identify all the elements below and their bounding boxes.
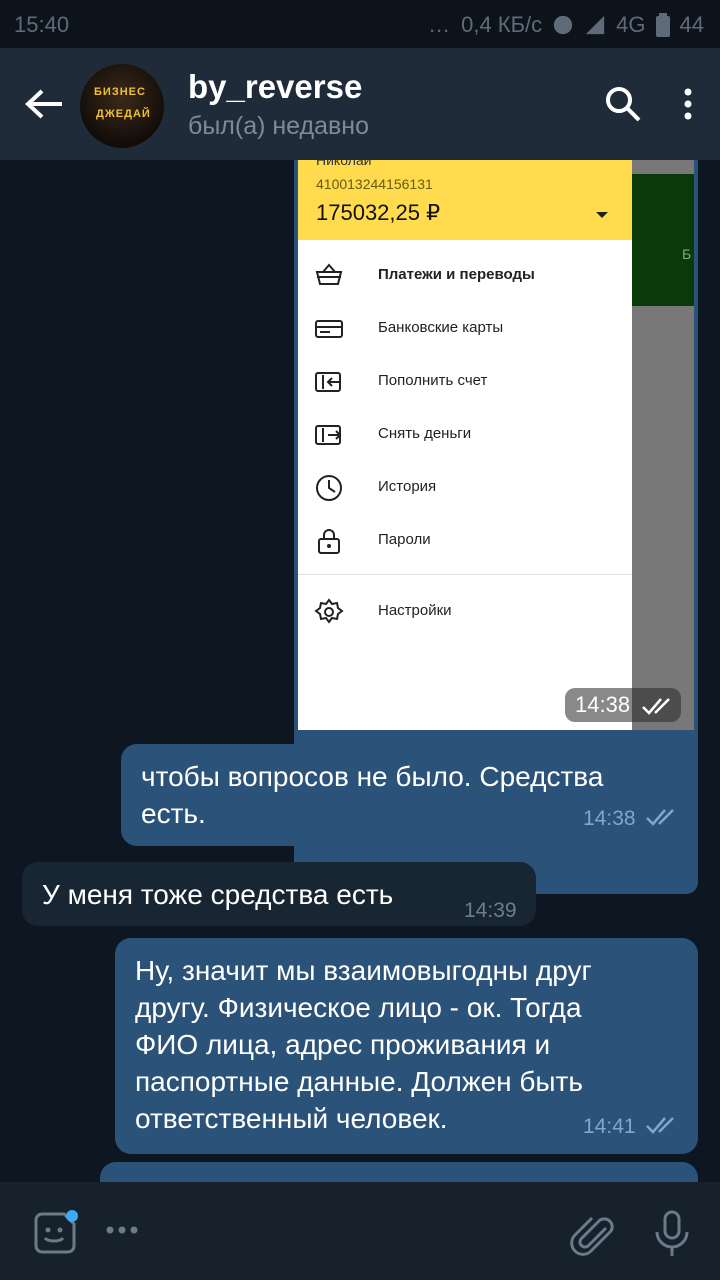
signal-icon xyxy=(585,15,605,35)
menu-item-label: Снять деньги xyxy=(378,425,472,442)
message-line: паспортные данные. Должен быть xyxy=(135,1066,583,1097)
outgoing-message[interactable]: чтобы вопросов не было. Средства есть. 1… xyxy=(121,744,698,846)
image-timestamp: 14:38 xyxy=(565,688,681,722)
account-holder-name: Николай xyxy=(316,160,372,168)
menu-item-payments: Платежи и переводы xyxy=(298,250,632,302)
menu-item-topup: Пополнить счет xyxy=(298,356,632,408)
avatar[interactable]: БИЗНЕС ДЖЕДАЙ xyxy=(80,64,164,148)
message-meta: 14:38 xyxy=(583,800,679,837)
double-check-icon xyxy=(642,698,670,715)
chat-status: был(а) недавно xyxy=(188,112,370,140)
outgoing-message-partial[interactable] xyxy=(100,1162,698,1182)
avatar-text-bottom: ДЖЕДАЙ xyxy=(96,108,151,120)
status-icons: … 0,4 КБ/с 4G 44 xyxy=(428,12,704,38)
photo-attachment[interactable]: Б Николай 410013244156131 175032,25 ₽ Пл… xyxy=(298,160,694,730)
attach-icon[interactable] xyxy=(570,1210,616,1256)
message-meta: 14:41 xyxy=(583,1108,679,1145)
image-time: 14:38 xyxy=(575,692,631,717)
battery-level: 44 xyxy=(679,12,704,37)
menu-item-label: Пароли xyxy=(378,531,431,548)
basket-icon xyxy=(315,263,343,285)
menu-item-label: Настройки xyxy=(378,602,452,619)
status-dots: … xyxy=(428,12,452,37)
message-text: чтобы вопросов не было. Средства есть. xyxy=(141,758,603,832)
message-line: ответственный человек. xyxy=(135,1103,448,1134)
menu-item-label: История xyxy=(378,478,437,495)
network-speed: 0,4 КБ/с xyxy=(461,12,543,37)
chat-title[interactable]: by_reverse xyxy=(188,68,362,106)
topup-icon xyxy=(315,372,341,392)
status-time: 15:40 xyxy=(14,12,70,37)
avatar-text-top: БИЗНЕС xyxy=(94,86,146,98)
message-line: есть. xyxy=(141,798,206,829)
message-line: Ну, значит мы взаимовыгодны друг xyxy=(135,955,592,986)
account-number: 410013244156131 xyxy=(316,176,433,192)
chat-area[interactable]: Б Николай 410013244156131 175032,25 ₽ Пл… xyxy=(0,160,720,1182)
gear-icon xyxy=(314,598,344,624)
background-text: Б xyxy=(682,246,692,262)
lock-icon xyxy=(318,529,340,554)
message-line: другу. Физическое лицо - ок. Тогда xyxy=(135,992,582,1023)
menu-item-withdraw: Снять деньги xyxy=(298,409,632,461)
double-check-icon xyxy=(646,809,675,826)
drawer-header: Николай 410013244156131 175032,25 ₽ xyxy=(298,160,632,240)
message-input-bar xyxy=(0,1182,720,1280)
outgoing-message[interactable]: Ну, значит мы взаимовыгодны друг другу. … xyxy=(115,938,698,1154)
menu-item-label: Банковские карты xyxy=(378,319,504,336)
microphone-icon[interactable] xyxy=(652,1210,692,1258)
background-panel xyxy=(632,174,694,306)
battery-icon xyxy=(655,13,670,37)
message-time: 14:38 xyxy=(583,807,636,830)
message-time: 14:41 xyxy=(583,1115,636,1138)
menu-item-label: Пополнить счет xyxy=(378,372,488,389)
message-line: У меня тоже средства есть xyxy=(42,879,394,910)
menu-item-label: Платежи и переводы xyxy=(378,266,535,283)
clock-icon xyxy=(316,475,342,501)
menu-divider xyxy=(298,574,632,575)
search-icon[interactable] xyxy=(603,84,643,124)
network-type: 4G xyxy=(616,12,646,37)
dropdown-caret-icon xyxy=(596,212,608,218)
status-bar: 15:40 … 0,4 КБ/с 4G 44 xyxy=(0,0,720,48)
more-menu-icon[interactable] xyxy=(668,84,708,124)
wallet-drawer: Николай 410013244156131 175032,25 ₽ Плат… xyxy=(298,160,632,730)
message-line: ФИО лица, адрес проживания и xyxy=(135,1029,551,1060)
menu-item-cards: Банковские карты xyxy=(298,303,632,355)
double-check-icon xyxy=(646,1117,675,1134)
menu-item-settings: Настройки xyxy=(298,586,632,638)
incoming-message[interactable]: У меня тоже средства есть 14:39 xyxy=(22,862,536,926)
back-arrow-icon[interactable] xyxy=(22,86,66,122)
menu-item-history: История xyxy=(298,462,632,514)
card-icon xyxy=(315,320,343,338)
do-not-disturb-icon xyxy=(553,15,573,35)
message-time: 14:39 xyxy=(464,899,517,922)
sticker-icon[interactable] xyxy=(30,1210,78,1258)
more-options-icon[interactable] xyxy=(104,1224,140,1236)
message-text: Ну, значит мы взаимовыгодны друг другу. … xyxy=(135,952,592,1137)
withdraw-icon xyxy=(315,425,342,445)
message-line: чтобы вопросов не было. Средства xyxy=(141,761,604,792)
message-text: У меня тоже средства есть xyxy=(42,876,393,913)
menu-item-passwords: Пароли xyxy=(298,515,632,567)
account-balance: 175032,25 ₽ xyxy=(316,200,441,225)
chat-header: БИЗНЕС ДЖЕДАЙ by_reverse был(а) недавно xyxy=(0,48,720,160)
